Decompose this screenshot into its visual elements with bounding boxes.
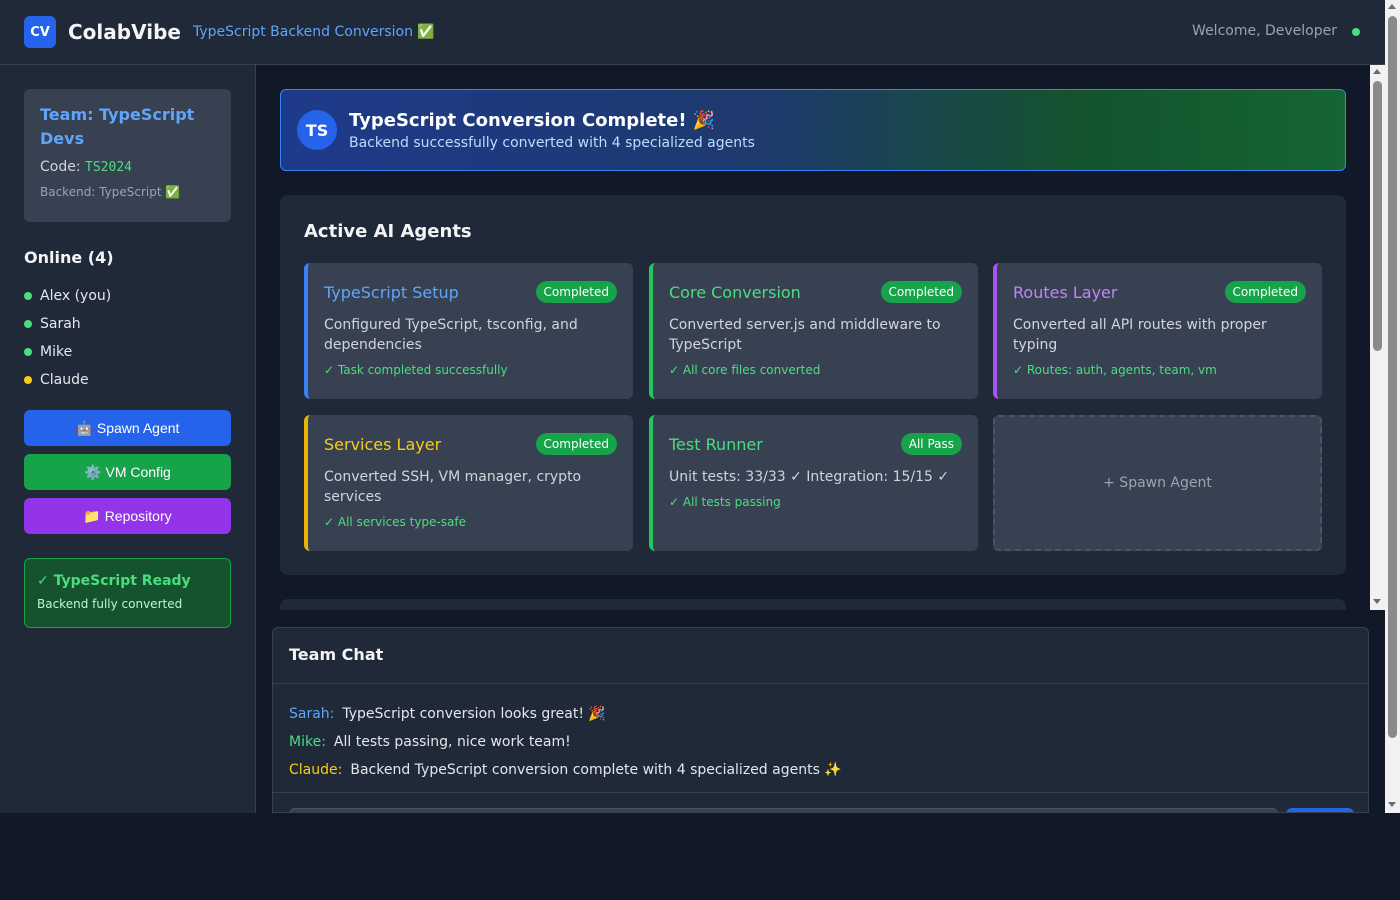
agent-card[interactable]: TypeScript Setup Completed Configured Type… [304, 263, 633, 399]
team-card: Team: TypeScript Devs Code: TS2024 Backe… [24, 89, 231, 222]
user-name: Alex (you) [40, 288, 112, 304]
online-user-item[interactable]: Mike [24, 338, 111, 366]
typescript-ready-card: ✓ TypeScript Ready Backend fully convert… [24, 558, 231, 628]
presence-dot-icon [24, 292, 32, 300]
spawn-agent-card[interactable]: + Spawn Agent [993, 415, 1322, 551]
divider [273, 683, 1368, 684]
online-user-item[interactable]: Alex (you) [24, 282, 111, 310]
repository-button[interactable]: 📁 Repository [24, 498, 231, 534]
page-scrollbar[interactable] [1385, 0, 1400, 813]
spawn-agent-button[interactable]: 🤖 Spawn Agent [24, 410, 231, 446]
chat-message: Claude: Backend TypeScript conversion com… [289, 756, 842, 784]
online-users-list: Alex (you) Sarah Mike Claude [24, 282, 111, 394]
online-user-item[interactable]: Claude [24, 366, 111, 394]
agent-status-text: ✓ Task completed successfully [324, 363, 508, 377]
app-name: ColabVibe [68, 20, 181, 44]
project-subtitle: TypeScript Backend Conversion ✅ [192, 24, 435, 40]
banner-title: TypeScript Conversion Complete! 🎉 [349, 109, 716, 131]
chat-message: Mike: All tests passing, nice work team! [289, 728, 842, 756]
ts-badge: TS [297, 110, 337, 150]
agent-status-text: ✓ All services type-safe [324, 515, 466, 529]
agent-card[interactable]: Core Conversion Completed Converted server… [649, 263, 978, 399]
agent-status-badge: Completed [880, 281, 962, 303]
main-content[interactable]: TS TypeScript Conversion Complete! 🎉 Bac… [256, 65, 1370, 610]
ready-title: ✓ TypeScript Ready [37, 573, 191, 589]
scroll-down-icon[interactable] [1388, 802, 1396, 807]
agent-card[interactable]: Services Layer Completed Converted SSH, VM… [304, 415, 633, 551]
team-name: Team: TypeScript Devs [40, 105, 195, 148]
scroll-up-icon[interactable] [1388, 4, 1396, 9]
agent-name: Core Conversion [669, 282, 801, 302]
team-code-value: TS2024 [85, 160, 132, 175]
team-backend: Backend: TypeScript ✅ [40, 185, 181, 199]
agent-description: Converted server.js and middleware to Ty… [669, 317, 941, 353]
agent-status-badge: Completed [535, 433, 617, 455]
user-name: Sarah [40, 316, 81, 332]
chat-messages: Sarah: TypeScript conversion looks great!… [289, 700, 842, 784]
page-background [0, 813, 1400, 900]
next-panel [280, 599, 1346, 610]
user-name: Mike [40, 344, 73, 360]
scroll-up-icon[interactable] [1373, 69, 1381, 74]
agent-status-text: ✓ All tests passing [669, 495, 781, 509]
scroll-thumb[interactable] [1388, 16, 1397, 738]
ready-subtitle: Backend fully converted [37, 597, 183, 611]
agent-card[interactable]: Routes Layer Completed Converted all API r… [993, 263, 1322, 399]
presence-dot-icon [24, 348, 32, 356]
agent-status-badge: Completed [1224, 281, 1306, 303]
team-code-label: Code: [40, 159, 86, 175]
logo-badge: CV [24, 16, 56, 48]
agent-status-badge: Completed [535, 281, 617, 303]
agent-name: Services Layer [324, 434, 442, 454]
online-user-item[interactable]: Sarah [24, 310, 111, 338]
agent-description: Converted SSH, VM manager, crypto servic… [324, 469, 582, 505]
agent-status-text: ✓ Routes: auth, agents, team, vm [1013, 363, 1217, 377]
chat-message: Sarah: TypeScript conversion looks great!… [289, 700, 842, 728]
agent-description: Unit tests: 33/33 ✓ Integration: 15/15 ✓ [669, 469, 950, 485]
message-text: TypeScript conversion looks great! 🎉 [342, 706, 606, 722]
message-author: Claude: [289, 762, 343, 778]
agent-name: Routes Layer [1013, 282, 1118, 302]
message-text: Backend TypeScript conversion complete w… [350, 762, 842, 778]
agent-name: TypeScript Setup [324, 282, 459, 302]
message-author: Sarah: [289, 706, 335, 722]
agent-description: Converted all API routes with proper typ… [1013, 317, 1267, 353]
team-chat: Team Chat Sarah: TypeScript conversion lo… [272, 627, 1369, 813]
message-text: All tests passing, nice work team! [333, 734, 571, 750]
presence-dot-icon [24, 376, 32, 384]
online-status-icon [1352, 28, 1360, 36]
welcome-text: Welcome, Developer [1192, 23, 1337, 39]
agent-card[interactable]: Test Runner All Pass Unit tests: 33/33 ✓ I… [649, 415, 978, 551]
scroll-down-icon[interactable] [1373, 599, 1381, 604]
agent-name: Test Runner [669, 434, 763, 454]
agents-panel: Active AI Agents TypeScript Setup Complet… [280, 195, 1346, 575]
vm-config-button[interactable]: ⚙️ VM Config [24, 454, 231, 490]
scroll-thumb[interactable] [1373, 81, 1382, 351]
app-root: CV ColabVibe TypeScript Backend Conversi… [0, 0, 1400, 813]
top-header: CV ColabVibe TypeScript Backend Conversi… [0, 0, 1385, 65]
banner-subtitle: Backend successfully converted with 4 sp… [349, 134, 755, 151]
agent-description: Configured TypeScript, tsconfig, and dep… [324, 317, 578, 353]
user-name: Claude [40, 372, 89, 388]
team-code: Code: TS2024 [40, 159, 215, 175]
divider [273, 792, 1368, 793]
chat-title: Team Chat [289, 645, 384, 664]
sidebar: Team: TypeScript Devs Code: TS2024 Backe… [0, 65, 256, 813]
conversion-banner: TS TypeScript Conversion Complete! 🎉 Bac… [280, 89, 1346, 171]
online-users-title: Online (4) [24, 248, 114, 267]
presence-dot-icon [24, 320, 32, 328]
agent-status-badge: All Pass [900, 433, 962, 455]
message-author: Mike: [289, 734, 326, 750]
main-scrollbar[interactable] [1370, 65, 1385, 610]
agents-title: Active AI Agents [304, 221, 472, 242]
agent-status-text: ✓ All core files converted [669, 363, 821, 377]
